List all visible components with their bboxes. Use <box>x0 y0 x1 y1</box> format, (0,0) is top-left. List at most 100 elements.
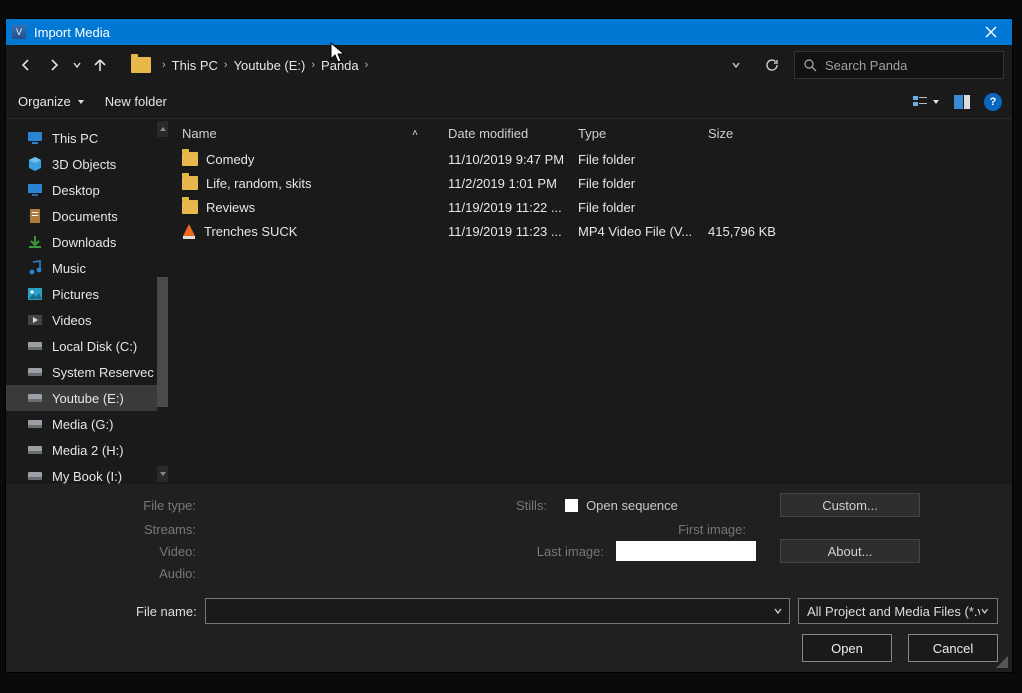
column-name[interactable]: Name ˄ <box>168 126 448 141</box>
sidebar-item[interactable]: Documents <box>6 203 168 229</box>
up-button[interactable] <box>88 53 112 77</box>
meta-streams-label: Streams: <box>6 522 206 537</box>
file-row[interactable]: Life, random, skits11/2/2019 1:01 PMFile… <box>168 171 1012 195</box>
sidebar-item[interactable]: Music <box>6 255 168 281</box>
sidebar-item-label: Pictures <box>52 287 99 302</box>
meta-lastimage-label: Last image: <box>537 544 604 559</box>
forward-button[interactable] <box>42 53 66 77</box>
file-name-input[interactable] <box>205 598 790 624</box>
chevron-right-icon: › <box>224 59 228 71</box>
meta-audio-label: Audio: <box>6 566 206 581</box>
breadcrumb-dropdown-icon[interactable] <box>724 53 748 77</box>
scroll-down-button[interactable] <box>157 466 168 482</box>
chevron-right-icon: › <box>162 59 166 71</box>
sidebar-scrollbar[interactable] <box>157 137 168 466</box>
chevron-down-icon <box>77 98 85 106</box>
sidebar-item[interactable]: System Reservec <box>6 359 168 385</box>
back-button[interactable] <box>14 53 38 77</box>
column-date[interactable]: Date modified <box>448 126 578 141</box>
sidebar-item[interactable]: 3D Objects <box>6 151 168 177</box>
file-type-filter[interactable]: All Project and Media Files (*.ve <box>798 598 998 624</box>
disk-icon <box>26 339 44 353</box>
disk-icon <box>26 469 44 483</box>
custom-button[interactable]: Custom... <box>780 493 920 517</box>
search-placeholder: Search Panda <box>825 58 907 73</box>
titlebar: V Import Media <box>6 19 1012 45</box>
disk-icon <box>26 443 44 457</box>
pictures-icon <box>26 287 44 301</box>
open-button[interactable]: Open <box>802 634 892 662</box>
sidebar-item[interactable]: Youtube (E:) <box>6 385 168 411</box>
refresh-button[interactable] <box>760 53 784 77</box>
scrollbar-thumb[interactable] <box>157 277 168 407</box>
breadcrumb-seg-1[interactable]: Youtube (E:) <box>234 58 306 73</box>
vlc-icon <box>182 224 196 238</box>
sidebar-item[interactable]: Media 2 (H:) <box>6 437 168 463</box>
chevron-right-icon: › <box>311 59 315 71</box>
resize-grip[interactable] <box>996 656 1008 668</box>
file-name: Life, random, skits <box>206 176 312 191</box>
file-date: 11/19/2019 11:22 ... <box>448 200 578 215</box>
toolbar: Organize New folder ? <box>6 85 1012 119</box>
file-row[interactable]: Trenches SUCK11/19/2019 11:23 ...MP4 Vid… <box>168 219 1012 243</box>
meta-video-label: Video: <box>6 544 206 559</box>
disk-icon <box>26 417 44 431</box>
sidebar-item[interactable]: Desktop <box>6 177 168 203</box>
recent-dropdown-icon[interactable] <box>70 53 84 77</box>
disk-icon <box>26 365 44 379</box>
sidebar-item[interactable]: This PC <box>6 125 168 151</box>
downloads-icon <box>26 234 44 250</box>
3d-icon <box>26 156 44 172</box>
file-name-dropdown-icon[interactable] <box>767 599 789 623</box>
about-button[interactable]: About... <box>780 539 920 563</box>
sidebar-item[interactable]: Media (G:) <box>6 411 168 437</box>
file-name: Comedy <box>206 152 254 167</box>
breadcrumb[interactable]: › This PC › Youtube (E:) › Panda › <box>158 58 720 73</box>
meta-stills-label: Stills: <box>516 498 557 513</box>
open-sequence-checkbox[interactable] <box>565 499 578 512</box>
app-icon: V <box>12 25 26 39</box>
sidebar-item-label: Desktop <box>52 183 100 198</box>
new-folder-button[interactable]: New folder <box>105 94 167 109</box>
sidebar-item-label: Media (G:) <box>52 417 113 432</box>
file-row[interactable]: Comedy11/10/2019 9:47 PMFile folder <box>168 147 1012 171</box>
bottom-panel: File type: Stills: Open sequence Custom.… <box>6 484 1012 672</box>
help-button[interactable]: ? <box>984 93 1002 111</box>
sidebar-item[interactable]: Downloads <box>6 229 168 255</box>
open-sequence-label: Open sequence <box>586 498 678 513</box>
sidebar-item[interactable]: Local Disk (C:) <box>6 333 168 359</box>
file-list: Name ˄ Date modified Type Size Comedy11/… <box>168 119 1012 484</box>
breadcrumb-root-icon[interactable] <box>128 52 154 78</box>
breadcrumb-seg-2[interactable]: Panda <box>321 58 359 73</box>
breadcrumb-seg-0[interactable]: This PC <box>172 58 218 73</box>
file-row[interactable]: Reviews11/19/2019 11:22 ...File folder <box>168 195 1012 219</box>
pc-icon <box>26 131 44 145</box>
sidebar-item[interactable]: Pictures <box>6 281 168 307</box>
sidebar-item[interactable]: Videos <box>6 307 168 333</box>
desktop-icon <box>26 183 44 197</box>
file-name-label: File name: <box>136 604 197 619</box>
file-date: 11/19/2019 11:23 ... <box>448 224 578 239</box>
sidebar-item-label: Music <box>52 261 86 276</box>
view-options-button[interactable] <box>912 94 940 110</box>
sidebar-item[interactable]: My Book (I:) <box>6 463 168 484</box>
search-input[interactable]: Search Panda <box>794 51 1004 79</box>
organize-button[interactable]: Organize <box>18 94 85 109</box>
close-button[interactable] <box>970 19 1012 45</box>
sidebar-item-label: Documents <box>52 209 118 224</box>
cancel-button[interactable]: Cancel <box>908 634 998 662</box>
meta-filetype-label: File type: <box>6 498 206 513</box>
chevron-right-icon: › <box>365 59 369 71</box>
column-headers: Name ˄ Date modified Type Size <box>168 119 1012 147</box>
scroll-up-button[interactable] <box>157 121 168 137</box>
column-size[interactable]: Size <box>708 126 828 141</box>
last-image-field[interactable] <box>616 541 756 561</box>
folder-icon <box>182 176 198 190</box>
sidebar-item-label: Youtube (E:) <box>52 391 124 406</box>
sidebar-item-label: 3D Objects <box>52 157 116 172</box>
preview-pane-button[interactable] <box>954 94 970 110</box>
folder-icon <box>182 200 198 214</box>
music-icon <box>26 260 44 276</box>
search-icon <box>803 58 817 72</box>
column-type[interactable]: Type <box>578 126 708 141</box>
